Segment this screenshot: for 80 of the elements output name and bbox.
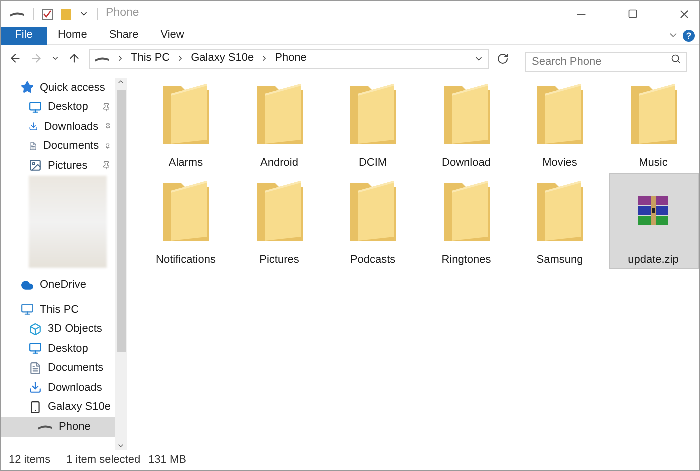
sidebar-item[interactable]: Desktop	[1, 339, 115, 358]
drive-icon	[37, 422, 53, 431]
chevron-right-icon	[116, 54, 125, 63]
file-item[interactable]: Movies	[515, 76, 605, 172]
file-item[interactable]: Android	[234, 76, 324, 172]
sidebar-item[interactable]: Downloads	[1, 378, 115, 398]
breadcrumb-item[interactable]: Galaxy S10e	[191, 50, 254, 67]
close-icon[interactable]	[678, 8, 691, 20]
cube-icon	[29, 322, 42, 336]
refresh-icon[interactable]	[497, 52, 509, 64]
download-icon	[29, 120, 38, 134]
drive-icon	[9, 10, 25, 18]
recent-locations-icon[interactable]	[51, 54, 60, 63]
checkbox-icon[interactable]	[42, 8, 53, 20]
sidebar-item[interactable]: OneDrive	[1, 276, 115, 295]
drive-icon	[94, 54, 110, 62]
file-item[interactable]: DCIM	[328, 76, 418, 172]
folder-icon	[254, 178, 304, 243]
search-field[interactable]: Search Phone	[525, 52, 687, 72]
sidebar-item[interactable]: Galaxy S10e	[1, 398, 115, 417]
file-menu-button[interactable]: File	[1, 26, 47, 44]
window-title: Phone	[106, 6, 140, 22]
breadcrumb-item[interactable]: This PC	[131, 50, 170, 67]
back-icon[interactable]	[9, 52, 22, 65]
file-item[interactable]: Samsung	[515, 173, 605, 269]
file-item[interactable]: Download	[422, 76, 512, 172]
ribbon-tab[interactable]: View	[150, 26, 196, 44]
folder-icon	[161, 178, 211, 243]
pin-icon[interactable]	[105, 142, 111, 151]
search-icon	[671, 54, 681, 64]
picture-icon	[29, 159, 42, 172]
document-icon	[29, 140, 38, 153]
cloud-icon	[21, 278, 34, 292]
help-icon[interactable]: ?	[683, 30, 695, 42]
breadcrumb-item[interactable]: Phone	[275, 50, 307, 67]
sidebar-item[interactable]: Downloads	[1, 117, 115, 136]
sidebar-item[interactable]: Phone	[1, 417, 115, 436]
sidebar-item[interactable]: Desktop	[1, 98, 115, 117]
sidebar-item[interactable]: This PC	[1, 300, 115, 320]
ribbon-tab[interactable]: Share	[98, 26, 150, 44]
folder-icon	[442, 82, 492, 146]
file-item[interactable]: Ringtones	[422, 173, 512, 269]
address-field[interactable]: This PC Galaxy S10e Phone	[89, 48, 489, 68]
file-item[interactable]: update.zip	[608, 173, 698, 269]
sidebar-item[interactable]: Documents	[1, 358, 115, 378]
pin-icon[interactable]	[102, 161, 111, 170]
file-item[interactable]: Notifications	[141, 173, 231, 269]
sidebar-item[interactable]: Quick access	[1, 78, 115, 98]
file-item[interactable]: Music	[608, 76, 698, 172]
scrollbar[interactable]	[115, 78, 127, 450]
status-text: 131 MB	[148, 452, 186, 468]
file-item[interactable]: Alarms	[141, 76, 231, 172]
status-text: 12 items	[9, 452, 51, 468]
monitor-icon	[29, 100, 42, 114]
ribbon-tab[interactable]: Home	[47, 26, 98, 44]
folder-icon	[161, 82, 211, 146]
phone-icon	[29, 400, 42, 414]
sidebar-item[interactable]: 3D Objects	[1, 320, 115, 339]
folder-icon	[254, 82, 304, 146]
download-icon	[29, 381, 42, 394]
scroll-down-icon[interactable]	[117, 442, 125, 450]
document-icon	[29, 362, 42, 375]
folder-icon	[442, 178, 492, 243]
file-item[interactable]: Podcasts	[328, 173, 418, 269]
scroll-up-icon[interactable]	[117, 78, 125, 86]
up-icon[interactable]	[68, 52, 81, 65]
folder-icon	[348, 178, 398, 243]
pin-icon[interactable]	[102, 102, 111, 112]
folder-icon	[535, 178, 585, 243]
folder-icon	[348, 82, 398, 146]
star-icon	[21, 81, 34, 94]
computer-icon	[21, 303, 34, 316]
monitor-icon	[29, 342, 42, 356]
file-item[interactable]: Pictures	[234, 173, 324, 269]
status-text: 1 item selected	[66, 452, 141, 468]
maximize-icon[interactable]	[628, 9, 638, 19]
folder-icon	[535, 82, 585, 146]
sidebar-item[interactable]: Documents	[1, 136, 115, 156]
sidebar-item[interactable]: Pictures	[1, 156, 115, 176]
folder-icon	[628, 82, 678, 146]
